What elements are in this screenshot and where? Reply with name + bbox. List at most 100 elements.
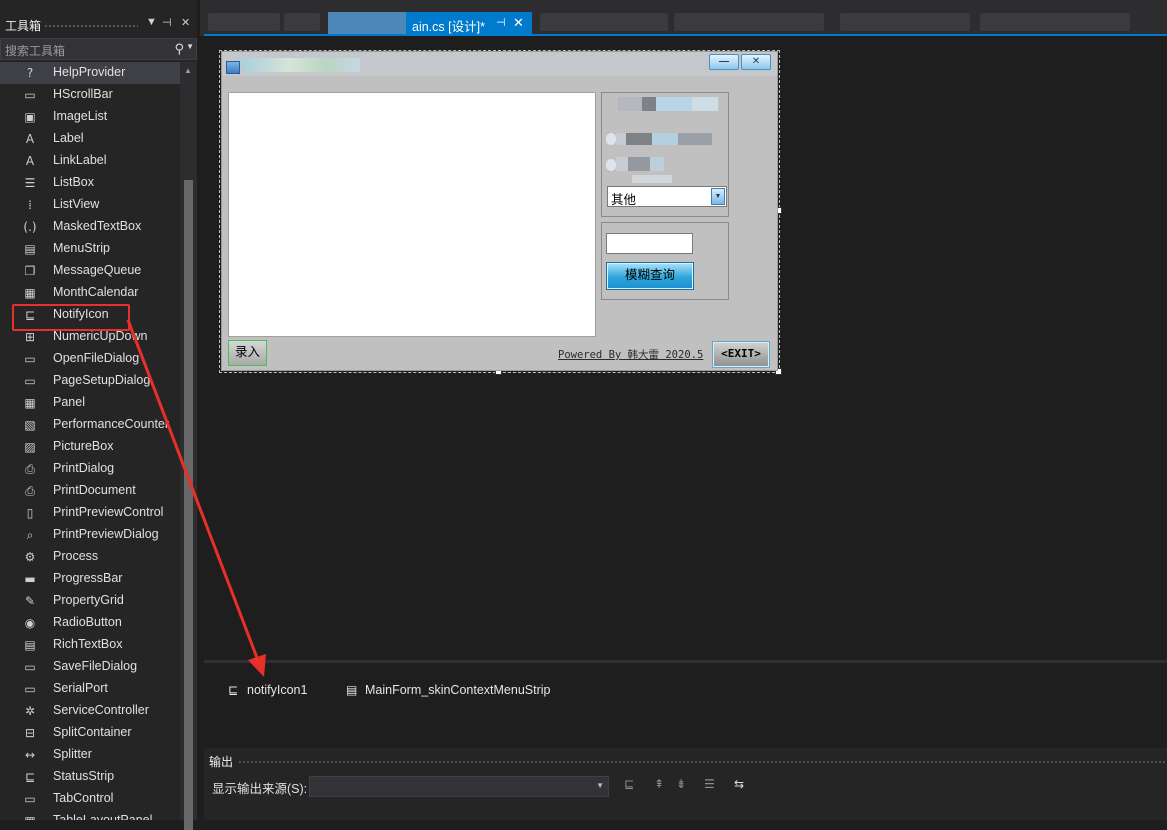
toolbox-item-label: PrintPreviewDialog — [53, 527, 159, 541]
toolbox-item-hscrollbar[interactable]: ▭ HScrollBar — [0, 84, 180, 106]
toolbox-search[interactable]: 搜索工具箱 ⚲ ▼ — [0, 38, 197, 60]
toolbox-item-tabcontrol[interactable]: ▭ TabControl — [0, 788, 180, 810]
tab-name-obscured — [328, 12, 406, 34]
previous-message-icon[interactable]: ⇞ — [654, 777, 664, 791]
output-title: 输出 — [209, 755, 234, 769]
powered-by-link[interactable]: Powered By 韩大雷 2020.5 — [558, 347, 703, 362]
fuzzy-search-button[interactable]: 模糊查询 — [606, 262, 694, 290]
output-grip[interactable] — [238, 760, 1167, 765]
toolbox-item-splitter[interactable]: ↔ Splitter — [0, 744, 180, 766]
output-source-select[interactable]: ▼ — [309, 776, 609, 797]
toolbox-item-menustrip[interactable]: ▤ MenuStrip — [0, 238, 180, 260]
radio-label-obscured — [616, 133, 626, 145]
toolbox-item-tablelayoutpanel[interactable]: ▦ TableLayoutPanel — [0, 810, 180, 820]
toolbox-item-label: OpenFileDialog — [53, 351, 140, 365]
toolbox-item-label: LinkLabel — [53, 153, 107, 167]
toolbox-item-openfiledialog[interactable]: ▭ OpenFileDialog — [0, 348, 180, 370]
pin-icon[interactable]: ⊣ — [162, 16, 172, 29]
tab-obscured[interactable] — [674, 13, 824, 31]
close-icon[interactable]: ✕ — [181, 16, 190, 29]
clear-all-icon[interactable]: ☰ — [704, 777, 715, 791]
toolbox-item-serialport[interactable]: ▭ SerialPort — [0, 678, 180, 700]
radio-button[interactable] — [606, 159, 616, 171]
radio-groupbox[interactable]: 其他 ▼ — [601, 92, 729, 217]
toolbox-item-label[interactable]: A Label — [0, 128, 180, 150]
radio-label-obscured — [626, 133, 652, 145]
toolbox-item-pagesetupdialog[interactable]: ▭ PageSetupDialog — [0, 370, 180, 392]
toolbox-item-printdocument[interactable]: ⎙ PrintDocument — [0, 480, 180, 502]
toolbox-item-label: ServiceController — [53, 703, 149, 717]
toolbox-item-performancecounter[interactable]: ▧ PerformanceCounter — [0, 414, 180, 436]
minimize-button[interactable]: — — [709, 54, 739, 70]
toolbox-item-messagequeue[interactable]: ❐ MessageQueue — [0, 260, 180, 282]
tray-notifyicon1[interactable]: ⊑ notifyIcon1 — [228, 683, 307, 697]
category-combobox[interactable]: 其他 ▼ — [607, 186, 727, 207]
search-icon[interactable]: ⚲ — [174, 41, 184, 57]
printpreviewcontrol-icon: ▯ — [26, 506, 34, 520]
toolbox-item-printpreviewcontrol[interactable]: ▯ PrintPreviewControl — [0, 502, 180, 524]
search-input[interactable] — [606, 233, 693, 254]
toolbox-item-radiobutton[interactable]: ◉ RadioButton — [0, 612, 180, 634]
radio-label-obscured — [692, 97, 718, 111]
toolbox-item-helpprovider[interactable]: ? HelpProvider — [0, 62, 180, 84]
hscrollbar-icon: ▭ — [24, 88, 36, 102]
toolbox-item-propertygrid[interactable]: ✎ PropertyGrid — [0, 590, 180, 612]
enter-button[interactable]: 录入 — [228, 340, 267, 366]
toolbox-item-monthcalendar[interactable]: ▦ MonthCalendar — [0, 282, 180, 304]
toolbox-item-label: StatusStrip — [53, 769, 115, 783]
chevron-down-icon[interactable]: ▼ — [596, 781, 604, 790]
toolbox-item-picturebox[interactable]: ▨ PictureBox — [0, 436, 180, 458]
tab-obscured[interactable] — [840, 13, 970, 31]
form-app-icon — [226, 61, 240, 74]
toolbox-item-savefiledialog[interactable]: ▭ SaveFileDialog — [0, 656, 180, 678]
toolbox-item-linklabel[interactable]: A LinkLabel — [0, 150, 180, 172]
toolbox-grip[interactable] — [44, 24, 138, 29]
contextmenustrip-icon: ▤ — [346, 683, 358, 697]
tray-contextmenustrip[interactable]: ▤ MainForm_skinContextMenuStrip — [346, 683, 551, 697]
chevron-down-icon[interactable]: ▼ — [711, 188, 725, 205]
toolbox-scrollbar[interactable]: ▲ — [180, 62, 197, 830]
close-tab-icon[interactable]: ✕ — [513, 15, 524, 31]
toolbox-item-label: RichTextBox — [53, 637, 123, 651]
pin-icon[interactable]: ⊣ — [496, 16, 506, 29]
close-button[interactable]: ✕ — [741, 54, 771, 70]
toolbox-item-panel[interactable]: ▦ Panel — [0, 392, 180, 414]
search-dropdown-icon[interactable]: ▼ — [186, 42, 194, 51]
toolbox-item-richtextbox[interactable]: ▤ RichTextBox — [0, 634, 180, 656]
toolbox-item-progressbar[interactable]: ▬ ProgressBar — [0, 568, 180, 590]
toolbox-item-printdialog[interactable]: ⎙ PrintDialog — [0, 458, 180, 480]
radio-button[interactable] — [606, 133, 616, 145]
toolbox-item-imagelist[interactable]: ▣ ImageList — [0, 106, 180, 128]
toolbox-item-process[interactable]: ⚙ Process — [0, 546, 180, 568]
toolbox-item-maskedtextbox[interactable]: (.) MaskedTextBox — [0, 216, 180, 238]
tab-obscured[interactable] — [540, 13, 668, 31]
main-form[interactable]: — ✕ 其他 ▼ 模糊查询 录入 Powered By 韩大雷 2020.5 <… — [221, 51, 778, 371]
search-placeholder[interactable]: 搜索工具箱 — [5, 42, 65, 59]
toolbox-item-listbox[interactable]: ☰ ListBox — [0, 172, 180, 194]
toolbox-item-servicecontroller[interactable]: ✲ ServiceController — [0, 700, 180, 722]
toolbox-item-label: TableLayoutPanel — [53, 813, 153, 820]
scrollbar-thumb[interactable] — [184, 180, 193, 830]
word-wrap-icon[interactable]: ⇆ — [734, 777, 744, 791]
main-textbox[interactable] — [228, 92, 596, 337]
scroll-up-icon[interactable]: ▲ — [184, 66, 192, 75]
toolbox-item-statusstrip[interactable]: ⊑ StatusStrip — [0, 766, 180, 788]
toolbox-item-printpreviewdialog[interactable]: ⌕ PrintPreviewDialog — [0, 524, 180, 546]
next-message-icon[interactable]: ⇟ — [676, 777, 686, 791]
tab-obscured[interactable] — [284, 13, 320, 31]
radio-label-obscured — [652, 133, 678, 145]
dropdown-arrow-icon[interactable]: ▼ — [146, 16, 157, 28]
toolbox-item-label: Process — [53, 549, 99, 563]
exit-button[interactable]: <EXIT> — [712, 341, 770, 368]
toolbox-item-listview[interactable]: ⁞ ListView — [0, 194, 180, 216]
maskedtextbox-icon: (.) — [23, 220, 37, 234]
form-titlebar[interactable]: — ✕ — [222, 52, 777, 76]
toolbox-item-splitcontainer[interactable]: ⊟ SplitContainer — [0, 722, 180, 744]
toolbox-item-label: MessageQueue — [53, 263, 142, 277]
toolbox-item-label: ProgressBar — [53, 571, 123, 585]
tab-mainform-design[interactable]: ain.cs [设计]* ⊣ ✕ — [328, 12, 532, 34]
goto-line-icon[interactable]: ⊑ — [624, 777, 634, 791]
tab-obscured[interactable] — [980, 13, 1130, 31]
radio-label-obscured — [616, 157, 628, 171]
tab-obscured[interactable] — [208, 13, 280, 31]
